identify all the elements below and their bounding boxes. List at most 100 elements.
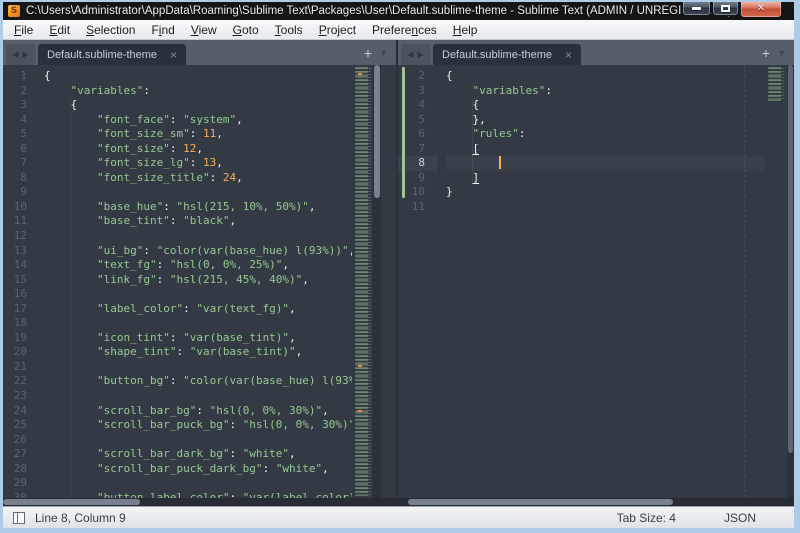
code-line[interactable]: "base_hue": "hsl(215, 10%, 50%)", [44,200,352,215]
vertical-scrollbar-left[interactable] [373,65,381,498]
code-line[interactable]: { [446,98,765,113]
code-line[interactable]: { [446,69,765,84]
code-line[interactable]: "scroll_bar_puck_bg": "hsl(0, 0%, 30%)", [44,418,352,433]
code-line[interactable]: "font_face": "system", [44,113,352,128]
tab-nav-forward-icon[interactable]: ▶ [23,50,29,59]
code-line[interactable]: }, [446,113,765,128]
code-line[interactable]: "variables": [44,84,352,99]
horizontal-scrollbar-right[interactable] [398,498,794,506]
code-line[interactable] [44,316,352,331]
code-line[interactable]: [ [446,142,765,157]
tab-default-sublime-theme[interactable]: Default.sublime-theme × [38,44,186,65]
tab-nav-back-icon[interactable]: ◀ [407,50,413,59]
code-line[interactable]: ] [446,171,765,186]
tab-overflow-icon[interactable]: ▼ [379,48,388,58]
tab-close-icon[interactable]: × [170,49,177,61]
menubar: FileEditSelectionFindViewGotoToolsProjec… [3,20,794,40]
tab-nav-back-icon[interactable]: ◀ [12,50,18,59]
minimize-button[interactable] [682,1,711,16]
new-tab-icon[interactable]: + [762,46,770,60]
code-line[interactable]: "scroll_bar_bg": "hsl(0, 0%, 30%)", [44,404,352,419]
code-line[interactable] [44,476,352,491]
code-line[interactable] [446,200,765,215]
tab-size-status[interactable]: Tab Size: 4 [617,511,676,525]
titlebar[interactable]: S C:\Users\Administrator\AppData\Roaming… [3,2,794,20]
code-line[interactable] [44,287,352,302]
minimap-right[interactable] [765,65,787,498]
code-line[interactable]: "font_size_lg": 13, [44,156,352,171]
code-line[interactable]: "ui_bg": "color(var(base_hue) l(93%))", [44,244,352,259]
menu-item-help[interactable]: Help [445,21,486,39]
menu-item-find[interactable]: Find [143,21,182,39]
horizontal-scroll-thumb[interactable] [3,499,140,505]
code-area-right[interactable]: { "variables": { }, "rules": [ ]} [438,65,765,498]
code-line[interactable]: "link_fg": "hsl(215, 45%, 40%)", [44,273,352,288]
tab-nav-arrows: ◀ ▶ [401,44,430,65]
line-number: 14 [3,258,36,273]
code-line[interactable] [44,185,352,200]
tabbar-extras: + ▼ [364,40,392,65]
code-line[interactable]: "font_size": 12, [44,142,352,157]
tab-default-sublime-theme[interactable]: Default.sublime-theme × [433,44,581,65]
line-number: 7 [3,156,36,171]
code-line[interactable]: "base_tint": "black", [44,214,352,229]
line-number: 18 [3,316,36,331]
code-area-left[interactable]: { "variables": { "font_face": "system", … [36,65,352,498]
line-number: 6 [3,142,36,157]
menu-item-preferences[interactable]: Preferences [364,21,445,39]
code-line[interactable]: "button_label_color": "var(label_color)"… [44,491,352,498]
tab-overflow-icon[interactable]: ▼ [777,48,786,58]
code-line[interactable]: "button_bg": "color(var(base_hue) l(93%)… [44,374,352,389]
menu-item-goto[interactable]: Goto [225,21,267,39]
close-window-button[interactable]: ✕ [740,1,782,18]
vertical-scroll-thumb[interactable] [788,65,793,453]
code-line[interactable] [44,389,352,404]
code-line[interactable]: "rules": [446,127,765,142]
menu-item-selection[interactable]: Selection [78,21,143,39]
code-line[interactable]: "icon_tint": "var(base_tint)", [44,331,352,346]
code-line[interactable]: } [446,185,765,200]
minimap-content [352,67,373,496]
sublime-logo-icon: S [8,5,20,17]
tab-nav-forward-icon[interactable]: ▶ [418,50,424,59]
code-line[interactable] [44,229,352,244]
new-tab-icon[interactable]: + [364,46,372,60]
syntax-status[interactable]: JSON [724,511,756,525]
close-icon: ✕ [757,4,765,14]
code-line[interactable] [44,360,352,375]
menu-item-view[interactable]: View [183,21,225,39]
menu-item-tools[interactable]: Tools [267,21,311,39]
vertical-scroll-thumb[interactable] [374,65,380,198]
code-line[interactable]: { [44,69,352,84]
horizontal-scrollbar-left[interactable] [3,498,396,506]
code-line[interactable]: "variables": [446,84,765,99]
minimap-content [765,67,787,101]
code-line[interactable]: "font_size_title": 24, [44,171,352,186]
code-line[interactable]: "scroll_bar_dark_bg": "white", [44,447,352,462]
tab-close-icon[interactable]: × [565,49,572,61]
code-line[interactable]: "font_size_sm": 11, [44,127,352,142]
line-number: 27 [3,447,36,462]
vertical-scrollbar-right[interactable] [787,65,794,498]
tabbar-left: ◀ ▶ Default.sublime-theme × + ▼ [3,40,396,65]
menu-item-file[interactable]: File [6,21,41,39]
line-number: 2 [3,84,36,99]
diff-marker [402,67,405,198]
maximize-button[interactable] [712,1,739,16]
editor-pane-right: ◀ ▶ Default.sublime-theme × + ▼ 23456789… [398,40,794,506]
code-line[interactable] [44,433,352,448]
code-line[interactable]: "scroll_bar_puck_dark_bg": "white", [44,462,352,477]
horizontal-scroll-thumb[interactable] [408,499,673,505]
minimap-left[interactable] [352,65,373,498]
sidebar-toggle-icon[interactable] [13,512,25,524]
code-line[interactable]: "text_fg": "hsl(0, 0%, 25%)", [44,258,352,273]
code-line[interactable]: { [44,98,352,113]
code-line[interactable] [446,156,765,171]
code-line[interactable]: "shape_tint": "var(base_tint)", [44,345,352,360]
menu-item-edit[interactable]: Edit [41,21,78,39]
code-line[interactable]: "label_color": "var(text_fg)", [44,302,352,317]
maximize-icon [721,5,730,12]
minimap-marker [358,410,362,412]
menu-item-project[interactable]: Project [311,21,364,39]
line-number: 11 [3,214,36,229]
